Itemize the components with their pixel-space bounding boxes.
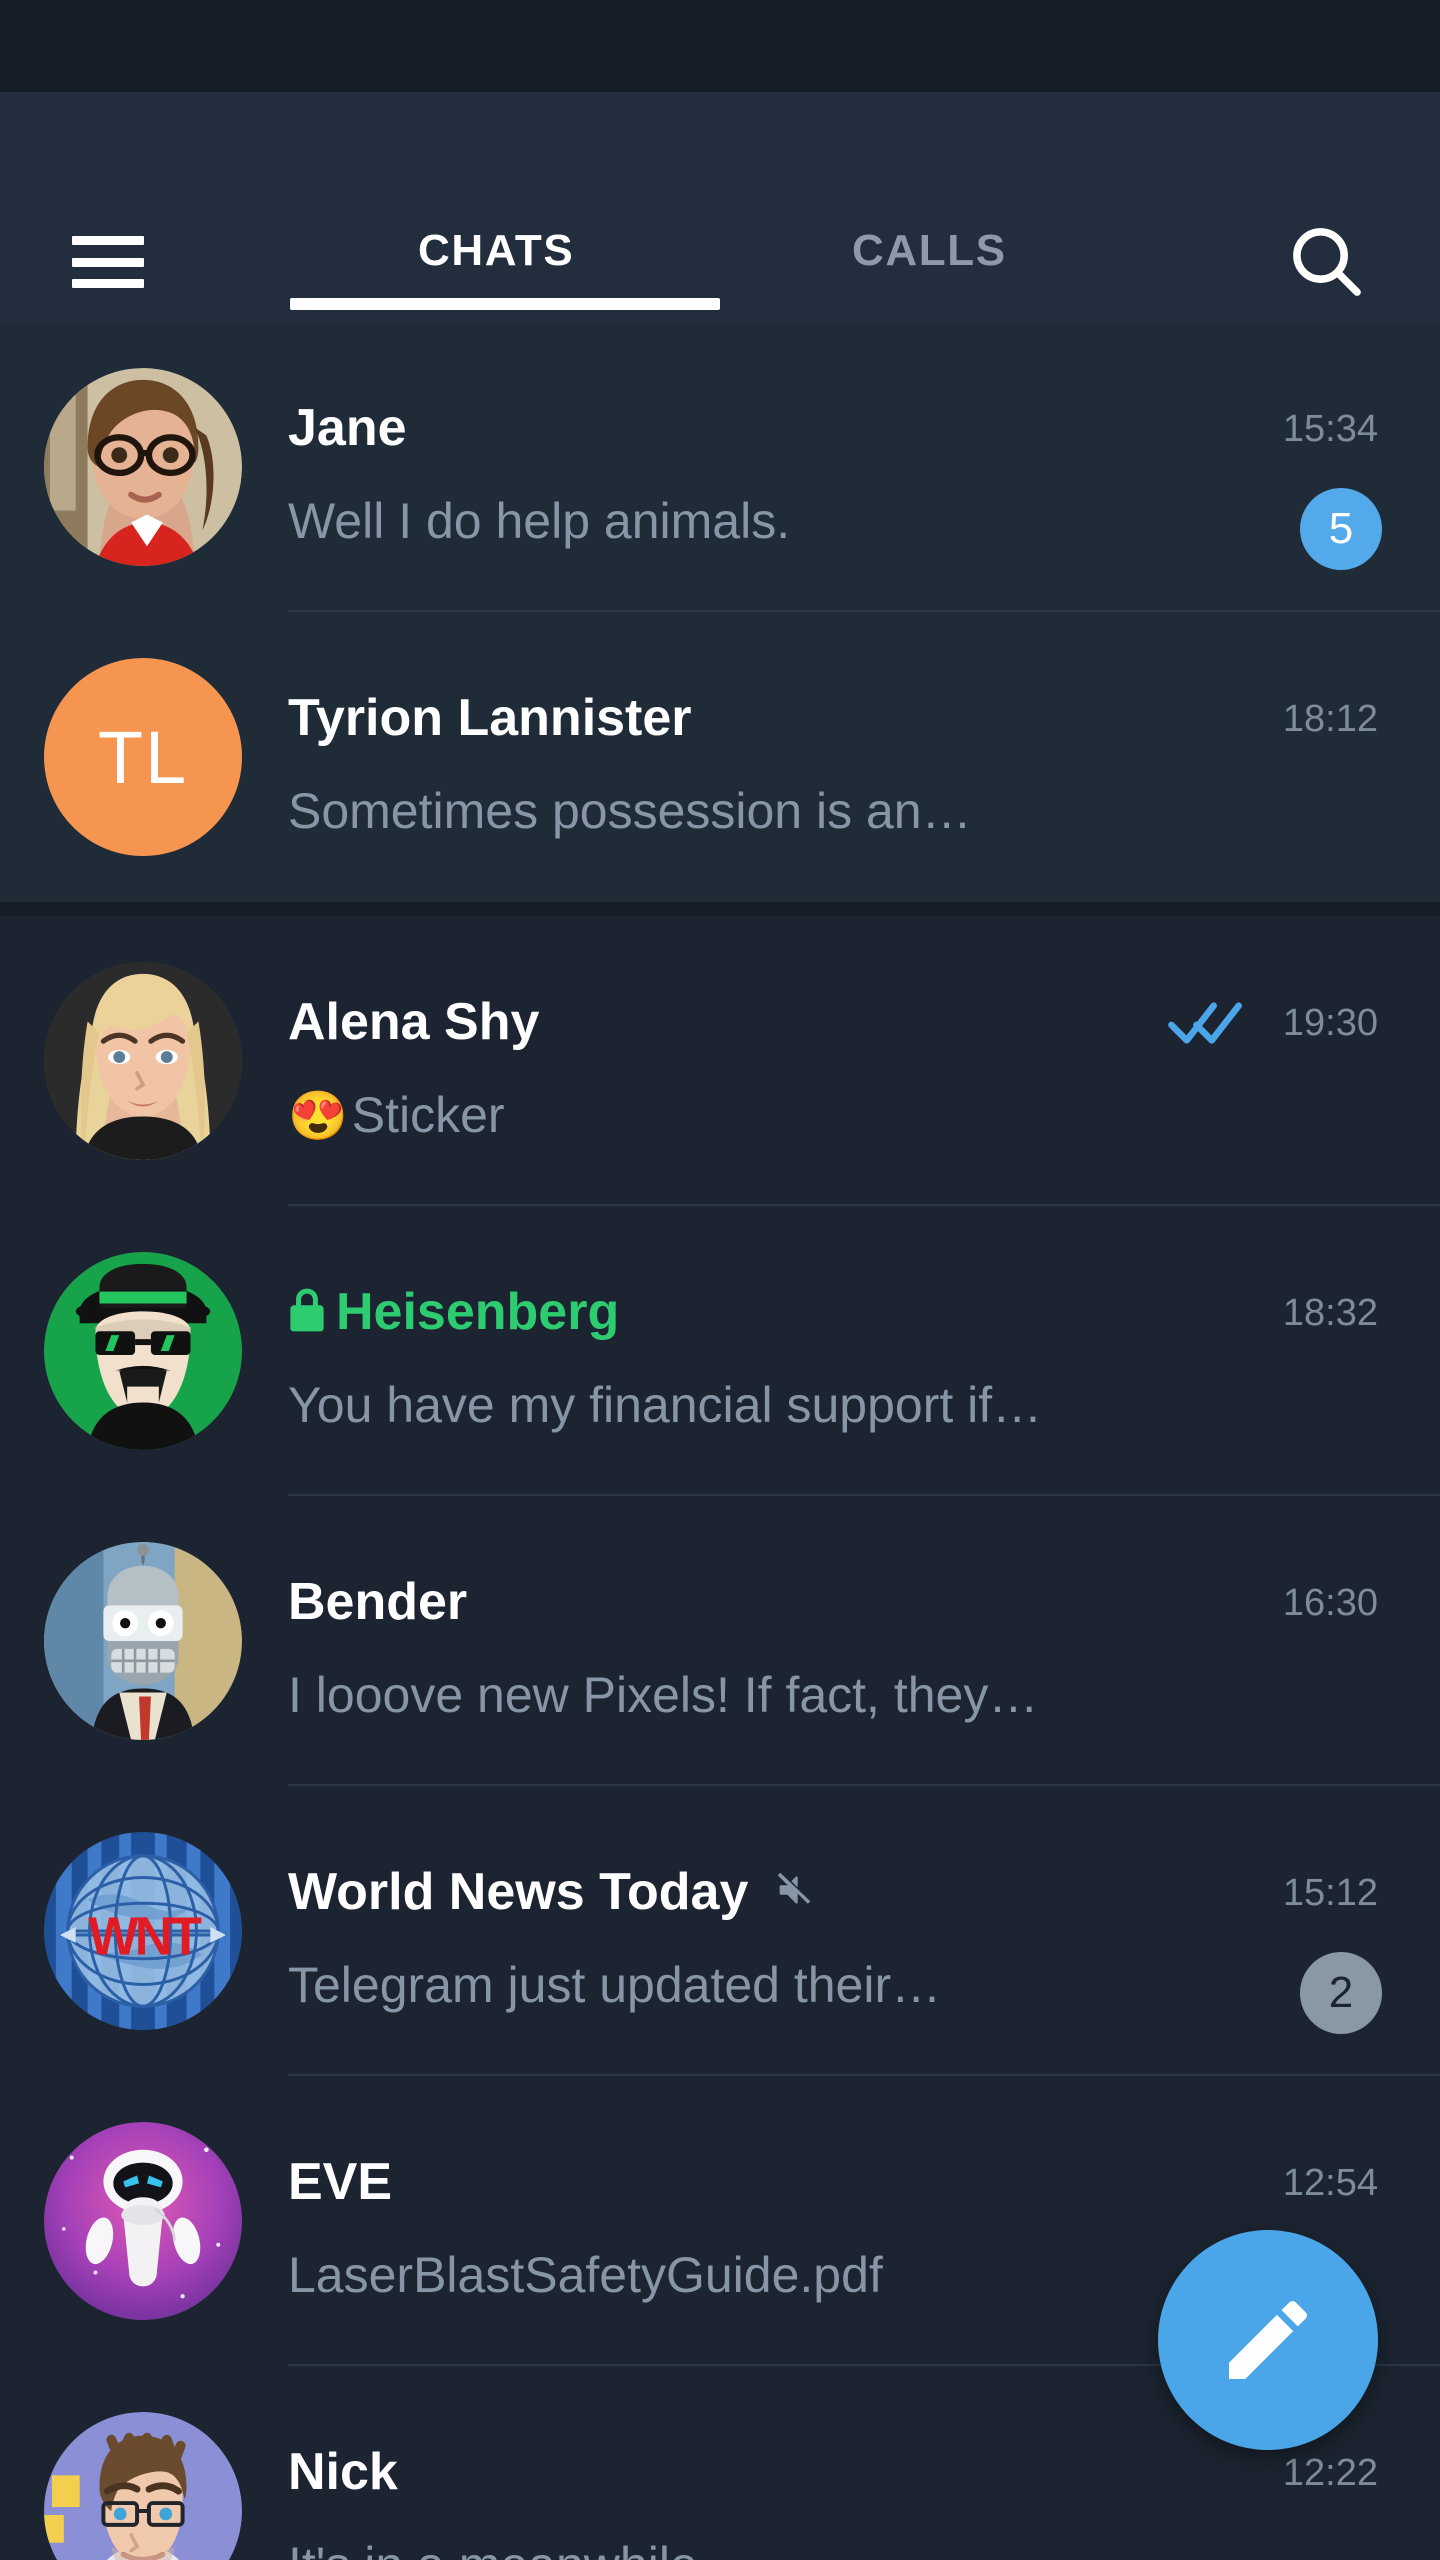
telegram-chats-screen: CHATS CALLS Jane Well I do help animals.… [0,0,1440,2560]
chat-row-heisenberg[interactable]: Heisenberg You have my financial support… [0,1206,1440,1496]
tab-bar: CHATS CALLS [0,92,1440,322]
chat-name: Tyrion Lannister [288,689,692,747]
chat-title-line: EVE [288,2152,392,2212]
avatar-heisenberg [44,1252,242,1450]
avatar[interactable]: WNT [44,1832,242,2030]
avatar-eve-robot [44,2122,242,2320]
chat-preview-text: It's,in a meanwhile… [288,2536,748,2560]
chat-row-jane[interactable]: Jane Well I do help animals. 15:34 5 [0,322,1440,612]
chat-title-line: Nick [288,2442,398,2502]
chat-preview: 😍 Sticker [288,1086,505,1144]
search-icon[interactable] [1284,219,1370,305]
chat-timestamp: 12:54 [1282,2162,1378,2204]
chat-timestamp: 12:22 [1282,2452,1378,2494]
chat-name: EVE [288,2153,393,2211]
chat-row-bender[interactable]: Bender I looove new Pixels! If fact, the… [0,1496,1440,1786]
avatar-nick [44,2412,242,2560]
chat-preview: LaserBlastSafetyGuide.pdf [288,2246,883,2304]
chat-preview-text: I looove new Pixels! If fact, they… [288,1667,1039,1723]
sticker-emoji: 😍 [288,1089,348,1143]
avatar[interactable] [44,1542,242,1740]
chat-title-line: World News Today [288,1862,818,1922]
chat-preview-text: LaserBlastSafetyGuide.pdf [288,2247,883,2303]
chat-preview-text: You have my financial support if… [288,1377,1043,1433]
mute-icon [772,1867,818,1918]
avatar-wnt-globe: WNT [44,1832,242,2030]
chat-preview: Telegram just updated their… [288,1956,941,2014]
chat-preview: You have my financial support if… [288,1376,1042,1434]
unread-badge: 5 [1300,488,1382,570]
chat-preview-text: Sticker [351,1087,505,1143]
chat-row-alena-shy[interactable]: Alena Shy 😍 Sticker 19:30 [0,916,1440,1206]
chat-timestamp: 15:12 [1282,1872,1378,1914]
chat-list: Jane Well I do help animals. 15:34 5 TL … [0,322,1440,2560]
avatar-initials: TL [97,715,189,799]
pinned-section-separator [0,902,1440,916]
chat-title-line: Heisenberg [288,1282,619,1342]
chat-row-tyrion-lannister[interactable]: TL Tyrion Lannister Sometimes possession… [0,612,1440,902]
chat-preview-text: Sometimes possession is an… [288,783,972,839]
chat-timestamp: 16:30 [1282,1582,1378,1624]
read-receipt-double-check-icon [1167,998,1245,1053]
pencil-compose-icon [1229,2300,1308,2379]
compose-fab-button[interactable] [1158,2230,1378,2450]
avatar-bender [44,1542,242,1740]
chat-name: Alena Shy [288,993,540,1051]
chat-name: Nick [288,2443,398,2501]
avatar[interactable] [44,1252,242,1450]
active-tab-indicator [290,298,720,310]
chat-title-line: Jane [288,398,407,458]
chat-title-line: Tyrion Lannister [288,688,692,748]
chat-title-line: Bender [288,1572,467,1632]
app-bar: CHATS CALLS [0,92,1440,322]
chat-timestamp: 19:30 [1282,1002,1378,1044]
lock-icon [288,1286,326,1339]
chat-name: Heisenberg [336,1283,620,1341]
chat-preview: It's,in a meanwhile… [288,2536,748,2560]
chat-preview-text: Telegram just updated their… [288,1957,942,2013]
status-bar [0,0,1440,92]
chat-name: Jane [288,399,407,457]
chat-timestamp: 18:32 [1282,1292,1378,1334]
chat-timestamp: 15:34 [1282,408,1378,450]
unread-badge-muted: 2 [1300,1952,1382,2034]
avatar-photo-jane [44,368,242,566]
avatar[interactable] [44,2122,242,2320]
chat-name: World News Today [288,1863,749,1921]
chat-row-world-news-today[interactable]: WNT World News Today Telegram just updat… [0,1786,1440,2076]
avatar[interactable] [44,368,242,566]
chat-preview: Sometimes possession is an… [288,782,972,840]
avatar[interactable] [44,2412,242,2560]
chat-timestamp: 18:12 [1282,698,1378,740]
avatar[interactable]: TL [44,658,242,856]
chat-name: Bender [288,1573,468,1631]
chat-preview: I looove new Pixels! If fact, they… [288,1666,1038,1724]
avatar-photo-alena [44,962,242,1160]
chat-preview: Well I do help animals. [288,492,790,550]
chat-preview-text: Well I do help animals. [288,493,791,549]
tab-chats[interactable]: CHATS [418,226,574,276]
avatar[interactable] [44,962,242,1160]
svg-text:WNT: WNT [88,1908,202,1967]
tab-calls[interactable]: CALLS [852,226,1007,276]
chat-title-line: Alena Shy [288,992,539,1052]
